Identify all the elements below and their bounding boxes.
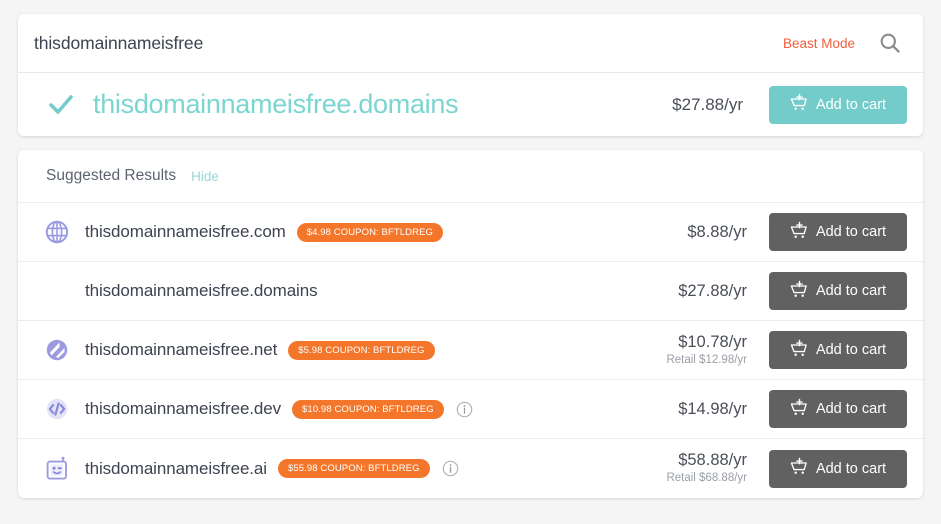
- add-to-cart-button[interactable]: Add to cart: [769, 449, 907, 488]
- result-price: $14.98/yr: [678, 399, 747, 418]
- cart-plus-icon: [790, 221, 809, 244]
- add-to-cart-label: Add to cart: [815, 96, 887, 113]
- search-bar: Beast Mode: [18, 14, 923, 73]
- price-block: $10.78/yr Retail $12.98/yr: [666, 333, 747, 368]
- add-to-cart-label: Add to cart: [815, 460, 887, 477]
- globe-icon: [42, 217, 72, 247]
- search-icon[interactable]: [877, 30, 903, 56]
- table-row: thisdomainnameisfree.ai $55.98 COUPON: B…: [18, 439, 923, 498]
- row-left: thisdomainnameisfree.ai $55.98 COUPON: B…: [42, 454, 666, 484]
- price-block: $58.88/yr Retail $68.88/yr: [666, 451, 747, 486]
- result-domain[interactable]: thisdomainnameisfree.ai: [85, 459, 267, 479]
- coupon-badge[interactable]: $55.98 COUPON: BFTLDREG: [277, 459, 430, 478]
- exact-match-price: $27.88/yr: [672, 94, 743, 114]
- result-domain[interactable]: thisdomainnameisfree.com: [85, 222, 286, 242]
- result-price: $58.88/yr: [678, 451, 747, 470]
- exact-match-domain[interactable]: thisdomainnameisfree.domains: [93, 89, 672, 120]
- cart-plus-icon: [790, 339, 809, 362]
- add-to-cart-button[interactable]: Add to cart: [769, 390, 907, 428]
- row-left: thisdomainnameisfree.com $4.98 COUPON: B…: [42, 217, 687, 247]
- net-swirl-icon: [42, 335, 72, 365]
- price-block: $14.98/yr: [678, 400, 747, 419]
- price-block: $27.88/yr: [678, 282, 747, 301]
- coupon-badge[interactable]: $5.98 COUPON: BFTLDREG: [288, 340, 435, 360]
- result-domain[interactable]: thisdomainnameisfree.dev: [85, 399, 281, 419]
- row-left: thisdomainnameisfree.net $5.98 COUPON: B…: [42, 335, 666, 365]
- cart-plus-icon: [790, 280, 809, 303]
- info-icon[interactable]: [442, 460, 459, 477]
- add-to-cart-label: Add to cart: [815, 224, 887, 240]
- table-row: thisdomainnameisfree.domains $27.88/yr A…: [18, 262, 923, 321]
- page-root: Beast Mode thisdomainnameisfree.domains …: [0, 0, 941, 524]
- result-domain[interactable]: thisdomainnameisfree.domains: [85, 281, 318, 301]
- add-to-cart-button[interactable]: Add to cart: [769, 213, 907, 251]
- cart-plus-icon: [790, 457, 809, 480]
- result-domain[interactable]: thisdomainnameisfree.net: [85, 340, 277, 360]
- exact-match-row: thisdomainnameisfree.domains $27.88/yr A…: [18, 73, 923, 136]
- tld-icon-placeholder: [42, 276, 72, 306]
- check-icon: [46, 90, 76, 120]
- add-to-cart-button-exact[interactable]: Add to cart: [769, 85, 907, 124]
- result-price: $27.88/yr: [678, 281, 747, 300]
- result-retail-price: Retail $68.88/yr: [666, 472, 747, 485]
- add-to-cart-label: Add to cart: [815, 342, 887, 358]
- add-to-cart-button[interactable]: Add to cart: [769, 272, 907, 310]
- beast-mode-link[interactable]: Beast Mode: [783, 36, 855, 51]
- row-left: thisdomainnameisfree.dev $10.98 COUPON: …: [42, 394, 678, 424]
- code-brackets-icon: [42, 394, 72, 424]
- coupon-badge[interactable]: $10.98 COUPON: BFTLDREG: [292, 399, 444, 419]
- hide-suggestions-link[interactable]: Hide: [191, 169, 219, 184]
- suggested-results-card: Suggested Results Hide thisdomainnameisf…: [18, 150, 923, 498]
- suggested-results-header: Suggested Results Hide: [18, 150, 923, 203]
- search-card: Beast Mode thisdomainnameisfree.domains …: [18, 14, 923, 136]
- table-row: thisdomainnameisfree.com $4.98 COUPON: B…: [18, 203, 923, 262]
- add-to-cart-button[interactable]: Add to cart: [769, 331, 907, 369]
- cart-plus-icon: [790, 398, 809, 421]
- add-to-cart-label: Add to cart: [815, 283, 887, 299]
- add-to-cart-label: Add to cart: [815, 401, 887, 417]
- coupon-badge[interactable]: $4.98 COUPON: BFTLDREG: [296, 222, 444, 242]
- cart-plus-icon: [790, 93, 809, 116]
- price-block: $8.88/yr: [687, 223, 747, 242]
- info-icon[interactable]: [456, 401, 473, 418]
- row-left: thisdomainnameisfree.domains: [42, 276, 678, 306]
- result-price: $8.88/yr: [687, 222, 747, 241]
- result-price: $10.78/yr: [678, 332, 747, 351]
- search-input[interactable]: [34, 32, 783, 54]
- table-row: thisdomainnameisfree.net $5.98 COUPON: B…: [18, 321, 923, 380]
- result-retail-price: Retail $12.98/yr: [666, 353, 747, 366]
- robot-icon: [42, 454, 72, 484]
- suggested-results-title: Suggested Results: [46, 167, 177, 184]
- table-row: thisdomainnameisfree.dev $10.98 COUPON: …: [18, 380, 923, 439]
